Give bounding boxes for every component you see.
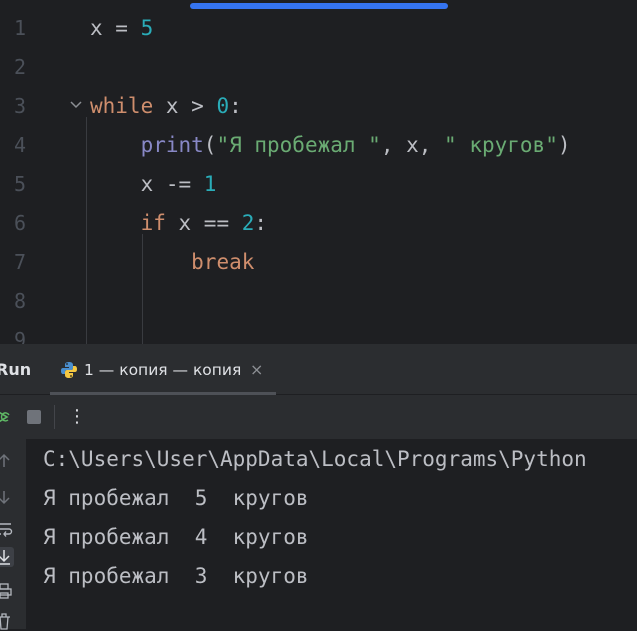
code-token: x -= — [90, 172, 204, 196]
code-text: x = 5 — [90, 9, 153, 48]
code-token: if — [140, 211, 166, 235]
run-panel-header: Run 1 — копия — копия × — [0, 344, 637, 395]
code-text: break — [90, 243, 254, 282]
console-line: Я пробежал 3 кругов — [43, 564, 309, 588]
code-token: : — [229, 94, 242, 118]
code-line[interactable]: 3 while x > 0: — [0, 87, 637, 126]
line-number[interactable]: 1 — [0, 9, 26, 48]
console-line: C:\Users\User\AppData\Local\Programs\Pyt… — [43, 447, 587, 471]
code-text: if x == 2: — [90, 204, 267, 243]
arrow-down-icon[interactable] — [0, 487, 14, 507]
line-number[interactable]: 3 — [0, 87, 26, 126]
line-number[interactable]: 2 — [0, 48, 26, 87]
code-text: while x > 0: — [90, 87, 242, 126]
tab-label: 1 — копия — копия — [84, 361, 242, 379]
close-icon[interactable]: × — [250, 344, 263, 396]
line-number[interactable]: 5 — [0, 165, 26, 204]
code-text: x -= 1 — [90, 165, 217, 204]
code-line[interactable]: 8 — [0, 282, 637, 321]
run-toolbar: ⋮ — [0, 395, 637, 439]
code-token: 5 — [140, 16, 154, 40]
code-token: ) — [557, 133, 571, 157]
code-line[interactable]: 9 — [0, 321, 637, 344]
trash-icon[interactable] — [0, 611, 14, 631]
code-token: print — [140, 133, 204, 157]
code-token: 2 — [241, 211, 255, 235]
toolbar-separator — [54, 405, 55, 429]
soft-wrap-icon[interactable] — [0, 519, 14, 539]
code-token: break — [191, 250, 255, 274]
code-token: 0 — [216, 94, 230, 118]
chevron-down-icon[interactable] — [68, 99, 84, 111]
code-line[interactable]: 4 print("Я пробежал ", x, " кругов") — [0, 126, 637, 165]
code-text: print("Я пробежал ", x, " кругов") — [90, 126, 571, 165]
code-token: , x, — [380, 133, 445, 157]
line-number[interactable]: 6 — [0, 204, 26, 243]
tab-run-config[interactable]: 1 — копия — копия × — [50, 344, 276, 396]
code-line[interactable]: 6 if x == 2: — [0, 204, 637, 243]
code-line[interactable]: 7 break — [0, 243, 637, 282]
code-line[interactable]: 5 x -= 1 — [0, 165, 637, 204]
stop-icon[interactable] — [26, 409, 42, 425]
line-number[interactable]: 9 — [0, 321, 26, 344]
code-line[interactable]: 2 — [0, 48, 637, 87]
console-toolbar — [0, 439, 26, 631]
code-token: ( — [203, 133, 217, 157]
console-line: Я пробежал 4 кругов — [43, 525, 309, 549]
python-icon — [61, 362, 77, 378]
rerun-icon[interactable] — [0, 408, 12, 426]
arrow-up-icon[interactable] — [0, 451, 14, 471]
code-token: x > — [153, 94, 217, 118]
code-token: " кругов" — [444, 133, 558, 157]
print-icon[interactable] — [0, 581, 14, 601]
scroll-to-end-icon[interactable] — [0, 547, 14, 567]
code-line[interactable]: 1 x = 5 — [0, 9, 637, 48]
run-panel-title: Run — [0, 360, 32, 379]
console-output[interactable]: C:\Users\User\AppData\Local\Programs\Pyt… — [0, 439, 637, 631]
code-editor[interactable]: 1x = 5 2 3 while x > 0: 4 print("Я пробежал … — [0, 0, 637, 344]
console-line: Я пробежал 5 кругов — [43, 486, 309, 510]
code-token: while — [90, 94, 154, 118]
code-token: 1 — [203, 172, 217, 196]
line-number[interactable]: 4 — [0, 126, 26, 165]
code-token: : — [254, 211, 268, 235]
line-number[interactable]: 7 — [0, 243, 26, 282]
code-token: "Я пробежал " — [216, 133, 381, 157]
more-vertical-icon[interactable]: ⋮ — [68, 403, 86, 431]
code-token: x == — [165, 211, 242, 235]
line-number[interactable]: 8 — [0, 282, 26, 321]
code-token: x = — [90, 16, 141, 40]
